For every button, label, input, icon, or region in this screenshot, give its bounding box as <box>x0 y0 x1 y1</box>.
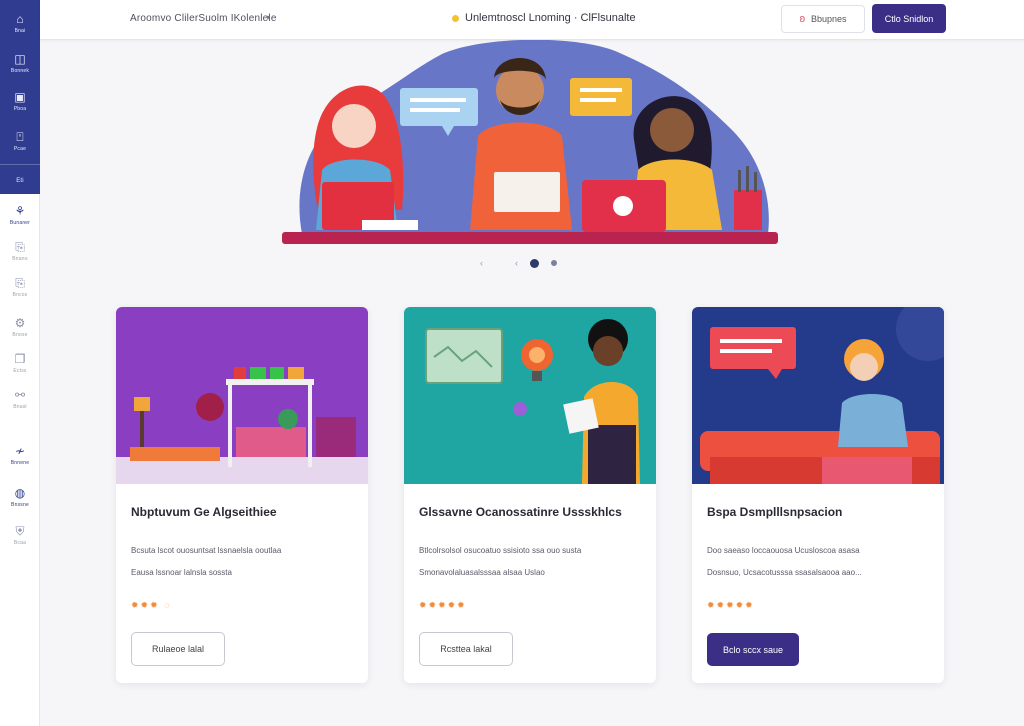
sidebar-item-file[interactable]: ⎘ Bnano <box>0 234 40 268</box>
calendar-icon: ▣ <box>14 89 26 104</box>
home-icon: ⌂ <box>16 11 24 26</box>
sidebar-item-label: Bnai <box>14 27 26 34</box>
file-icon: ⎘ <box>15 239 25 254</box>
sidebar-item-file-alt[interactable]: ⎘ Bncos <box>0 270 40 304</box>
course-card-button[interactable]: Bclo sccx saue <box>707 633 799 666</box>
carousel-controls: ‹ ‹ <box>480 256 580 270</box>
course-card-title: Nbptuvum Ge Algseithiee <box>131 505 277 519</box>
rating-stars: ✹✹✹✹✹ <box>419 600 467 610</box>
secondary-header-button[interactable]: ʚ Bbupnes <box>781 5 865 33</box>
course-card-description: Doo saeaso loccaouosa Ucusloscoa asasa D… <box>707 546 862 577</box>
file-alt-icon: ⎘ <box>15 275 25 290</box>
globe-icon: ◍ <box>14 485 26 500</box>
course-card-title: Bspa Dsmplllsnpsacion <box>707 505 843 519</box>
secondary-header-button-label: Bbupnes <box>811 14 847 24</box>
sidebar-item-label: Pcae <box>13 145 27 152</box>
chart-icon: ≁ <box>14 443 26 458</box>
course-card-description: Bcsuta lscot ouosuntsat lssnaelsla ooutl… <box>131 546 282 577</box>
course-card-title: Glssavne Ocanossatinre Ussskhlcs <box>419 505 622 519</box>
sidebar-item-lock[interactable]: ⍞ Pcae <box>0 124 40 158</box>
status-dot-icon <box>452 14 459 22</box>
sidebar-item-chart[interactable]: ≁ Bnnene <box>0 438 40 472</box>
shield-icon: ⛨ <box>15 523 25 538</box>
sidebar-item-calendar[interactable]: ▣ Pboa <box>0 84 40 118</box>
sidebar-item-label: Bnasl <box>13 403 27 410</box>
sidebar-item-book[interactable]: ◫ Bonnek <box>0 46 40 80</box>
lock-icon: ⍞ <box>16 129 24 144</box>
sidebar-item-label: Ectss <box>13 367 27 374</box>
page-title-text: Unlemtnoscl Lnoming · ClFlsunalte <box>465 12 636 24</box>
sidebar-item-label: Pboa <box>13 105 27 112</box>
carousel-dot-active[interactable] <box>530 258 539 268</box>
sidebar-item-box[interactable]: ❐ Ectss <box>0 346 40 380</box>
users-icon: ⚘ <box>14 203 26 218</box>
course-card-image <box>692 307 944 484</box>
rating-stars: ✹✹✹ ◌ <box>131 600 172 610</box>
sidebar-item-globe[interactable]: ◍ Bnssne <box>0 480 40 514</box>
hero-illustration <box>282 40 778 244</box>
course-card-description: Btlcolrsolsol osucoatuo ssisioto ssa ouo… <box>419 546 582 577</box>
carousel-dot[interactable] <box>551 260 557 266</box>
sidebar-item-label: Bonnek <box>10 67 30 74</box>
sidebar-item-label: Bnssne <box>11 501 29 508</box>
sidebar-item-users[interactable]: ⚘ Bunaner <box>0 198 40 232</box>
gear-icon: ⚙ <box>14 315 26 330</box>
book-icon: ◫ <box>14 51 26 66</box>
course-card-image <box>404 307 656 484</box>
sidebar-top-section: ⌂ Bnai ◫ Bonnek ▣ Pboa ⍞ Pcae Eti <box>0 0 40 194</box>
sidebar-item-label: Bncos <box>12 291 28 298</box>
sidebar: ⌂ Bnai ◫ Bonnek ▣ Pboa ⍞ Pcae Eti ⚘ Buna… <box>0 0 40 726</box>
page-title: Unlemtnoscl Lnoming · ClFlsunalte <box>452 12 636 24</box>
sidebar-item-grid[interactable]: Eti <box>0 165 40 193</box>
sidebar-item-shield[interactable]: ⛨ Bcaa <box>0 518 40 552</box>
course-card[interactable]: Nbptuvum Ge Algseithiee Bcsuta lscot ouo… <box>116 307 368 683</box>
sidebar-item-label: Eti <box>16 177 24 184</box>
primary-header-button[interactable]: Ctlo Snidlon <box>872 4 946 33</box>
course-card[interactable]: Bspa Dsmplllsnpsacion Doo saeaso loccaou… <box>692 307 944 683</box>
sidebar-item-label: Bnano <box>12 255 28 262</box>
box-icon: ❐ <box>14 351 26 366</box>
rating-stars: ✹✹✹✹✹ <box>707 600 755 610</box>
sidebar-item-label: Bnnene <box>10 459 30 466</box>
sidebar-item-label: Bnose <box>12 331 28 338</box>
brand-name[interactable]: Aroomvo ClilerSuolm IKolenlele <box>130 13 277 24</box>
course-card-button[interactable]: Rulaeoe lalal <box>131 632 225 666</box>
chevron-down-icon[interactable]: ▾ <box>266 13 270 22</box>
course-card-image <box>116 307 368 484</box>
sidebar-item-home[interactable]: ⌂ Bnai <box>0 6 40 40</box>
sidebar-item-link[interactable]: ⚯ Bnasl <box>0 382 40 416</box>
sidebar-item-settings[interactable]: ⚙ Bnose <box>0 310 40 344</box>
carousel-prev-icon[interactable]: ‹ <box>480 258 483 268</box>
carousel-prev-alt-icon[interactable]: ‹ <box>515 258 518 268</box>
sidebar-item-label: Bcaa <box>13 539 27 546</box>
brain-icon: ʚ <box>799 13 806 25</box>
sidebar-item-label: Bunaner <box>9 219 31 226</box>
course-card-button[interactable]: Rcsttea lakal <box>419 632 513 666</box>
top-header: Aroomvo ClilerSuolm IKolenlele ▾ Unlemtn… <box>40 0 1024 40</box>
course-card[interactable]: Glssavne Ocanossatinre Ussskhlcs Btlcolr… <box>404 307 656 683</box>
link-icon: ⚯ <box>14 387 26 402</box>
